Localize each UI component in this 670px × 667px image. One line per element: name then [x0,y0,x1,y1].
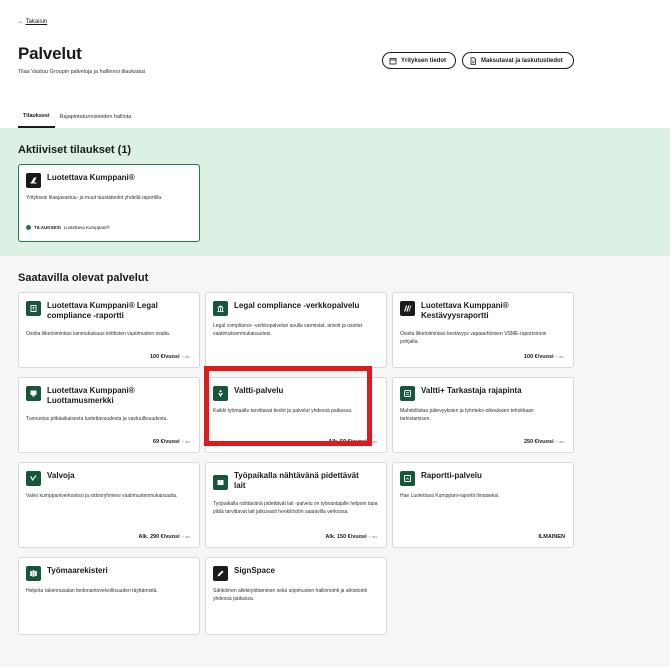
page-subtitle: Tilaa Vastuu Groupin palveluja ja hallin… [18,69,146,75]
card-title: Luotettava Kumppani® Luottamusmerkki [47,386,135,405]
tab-subscriptions[interactable]: Tilauksesi [18,106,55,128]
price-vat: + alv. [181,439,191,444]
active-subscription-card[interactable]: Luotettava Kumppani® Yrityksesi tilaajav… [18,164,200,242]
price-value: Alk. 290 €/vuosi [138,534,180,540]
service-card-workplace-laws[interactable]: Työpaikalla nähtävänä pidettävät lait Ty… [205,462,387,548]
bank-logo-icon [213,301,228,316]
card-description: Osoita liiketoimintasi kestävyys vapaaeh… [400,331,547,345]
card-price: 100 €/vuosi + alv. [150,354,191,360]
check-logo-icon [26,471,41,486]
stripes-logo-icon [400,301,415,316]
price-value: 100 €/vuosi [523,354,554,360]
service-card-report[interactable]: Raportti-palvelu Hae Luotettava Kumppani… [392,462,574,548]
service-card-valvoja[interactable]: Valvoja Valvo kumppaniverkostosi ja sido… [18,462,200,548]
service-card-signspace[interactable]: SignSpace Sähköinen allekirjoittaminen s… [205,557,387,635]
service-card-trust-mark[interactable]: Luotettava Kumppani® Luottamusmerkki Tun… [18,377,200,453]
price-value: Alk. 50 €/vuosi [328,439,367,445]
company-info-button[interactable]: Yrityksen tiedot [382,52,456,69]
payment-info-label: Maksutavat ja laskutustiedot [481,57,563,64]
price-value: 250 €/vuosi [523,439,554,445]
card-description: Osoita liiketoimintasi lainmukaisuus kri… [26,331,171,337]
building-icon [389,57,397,64]
card-title: Valvoja [47,471,75,480]
card-price: Alk. 50 €/vuosi + alv. [328,439,378,445]
page-title: Palvelut [18,44,82,63]
price-vat: + alv. [555,439,565,444]
kumppani-logo-icon [26,173,41,188]
active-section-title: Aktiiviset tilaukset (1) [18,144,132,156]
card-title: Valtti-palvelu [234,386,284,395]
card-description: Kaikki työmaalle tarvittavat tiedot ja p… [213,408,353,414]
page-header: ← Takaisin Palvelut Tilaa Vastuu Groupin… [0,0,670,128]
card-price: ILMAINEN [538,534,565,540]
pen-logo-icon [213,566,228,581]
card-title: Legal compliance -verkkopalvelu [234,301,360,310]
report-logo-icon [26,301,41,316]
card-description: Hae Luotettava Kumppani-raportit ilmaise… [400,493,500,499]
document-icon [470,56,476,65]
payment-info-button[interactable]: Maksutavat ja laskutustiedot [462,52,574,69]
tab-api-keys[interactable]: Rajapintatunnisteiden hallinta [55,106,137,128]
price-vat: + alv. [555,354,565,359]
price-value: 100 €/vuosi [149,354,180,360]
tab-bar: Tilauksesi Rajapintatunnisteiden hallint… [18,106,136,128]
api-logo-icon [400,386,415,401]
price-value: 69 €/vuosi [153,439,180,445]
card-title: Valtti+ Tarkastaja rajapinta [421,386,522,395]
card-description: Sähköinen allekirjoittaminen sekä sopimu… [213,588,367,602]
subscription-status: TILAUKSESI Luotettava Kumppani® [26,225,110,230]
card-title: SignSpace [234,566,275,575]
card-price: 100 €/vuosi + alv. [524,354,565,360]
status-dot-icon [26,225,31,230]
service-card-valtti-plus[interactable]: Valtti+ Tarkastaja rajapinta Mahdollista… [392,377,574,453]
card-description: Yrityksesi tilaajavastuu- ja muut tausta… [26,195,163,201]
card-title: Raportti-palvelu [421,471,482,480]
report-download-icon [400,471,415,486]
card-price: Alk. 150 €/vuosi + alv. [325,534,378,540]
back-link[interactable]: ← Takaisin [18,19,47,25]
price-vat: + alv. [368,439,378,444]
price-vat: + alv. [181,354,191,359]
price-value: ILMAINEN [538,534,565,540]
available-section-title: Saatavilla olevat palvelut [18,272,149,284]
company-info-label: Yrityksen tiedot [401,57,447,64]
card-title: Luotettava Kumppani® [47,173,135,182]
card-price: Alk. 290 €/vuosi + alv. [138,534,191,540]
service-card-valtti[interactable]: Valtti-palvelu Kaikki työmaalle tarvitta… [205,377,387,453]
card-price: 69 €/vuosi + alv. [153,439,191,445]
price-value: Alk. 150 €/vuosi [325,534,367,540]
status-value: Luotettava Kumppani® [63,225,110,230]
card-description: Legal compliance -verkkopalvelun avulla … [213,323,362,337]
card-description: Työpaikalla nähtävänä pidettävät lait -p… [213,501,378,515]
service-card-legal-report[interactable]: Luotettava Kumppani® Legal compliance -r… [18,292,200,368]
service-card-site-register[interactable]: Työmaarekisteri Helpota rakennusalan tie… [18,557,200,635]
price-vat: + alv. [181,534,191,539]
card-title: Työmaarekisteri [47,566,108,575]
service-card-sustainability[interactable]: Luotettava Kumppani® Kestävyysraportti O… [392,292,574,368]
card-description: Helpota rakennusalan tiedonantovelvollis… [26,588,158,594]
badge-logo-icon [26,386,41,401]
law-book-logo-icon [213,475,228,490]
back-link-label[interactable]: Takaisin [26,19,48,25]
person-logo-icon [213,386,228,401]
site-register-logo-icon [26,566,41,581]
card-title: Työpaikalla nähtävänä pidettävät lait [234,471,359,490]
card-price: 250 €/vuosi + alv. [524,439,565,445]
status-label: TILAUKSESI [34,225,61,230]
card-description: Tunnustus pitkäaikaisesta luotettavuudes… [26,416,168,422]
card-description: Valvo kumppaniverkostosi ja sidosryhmies… [26,493,178,499]
card-title: Luotettava Kumppani® Kestävyysraportti [421,301,509,320]
card-title: Luotettava Kumppani® Legal compliance -r… [47,301,158,320]
price-vat: + alv. [368,534,378,539]
service-card-legal-web[interactable]: Legal compliance -verkkopalvelu Legal co… [205,292,387,368]
card-description: Mahdollistaa pätevyyksien ja työnteko-oi… [400,408,534,422]
